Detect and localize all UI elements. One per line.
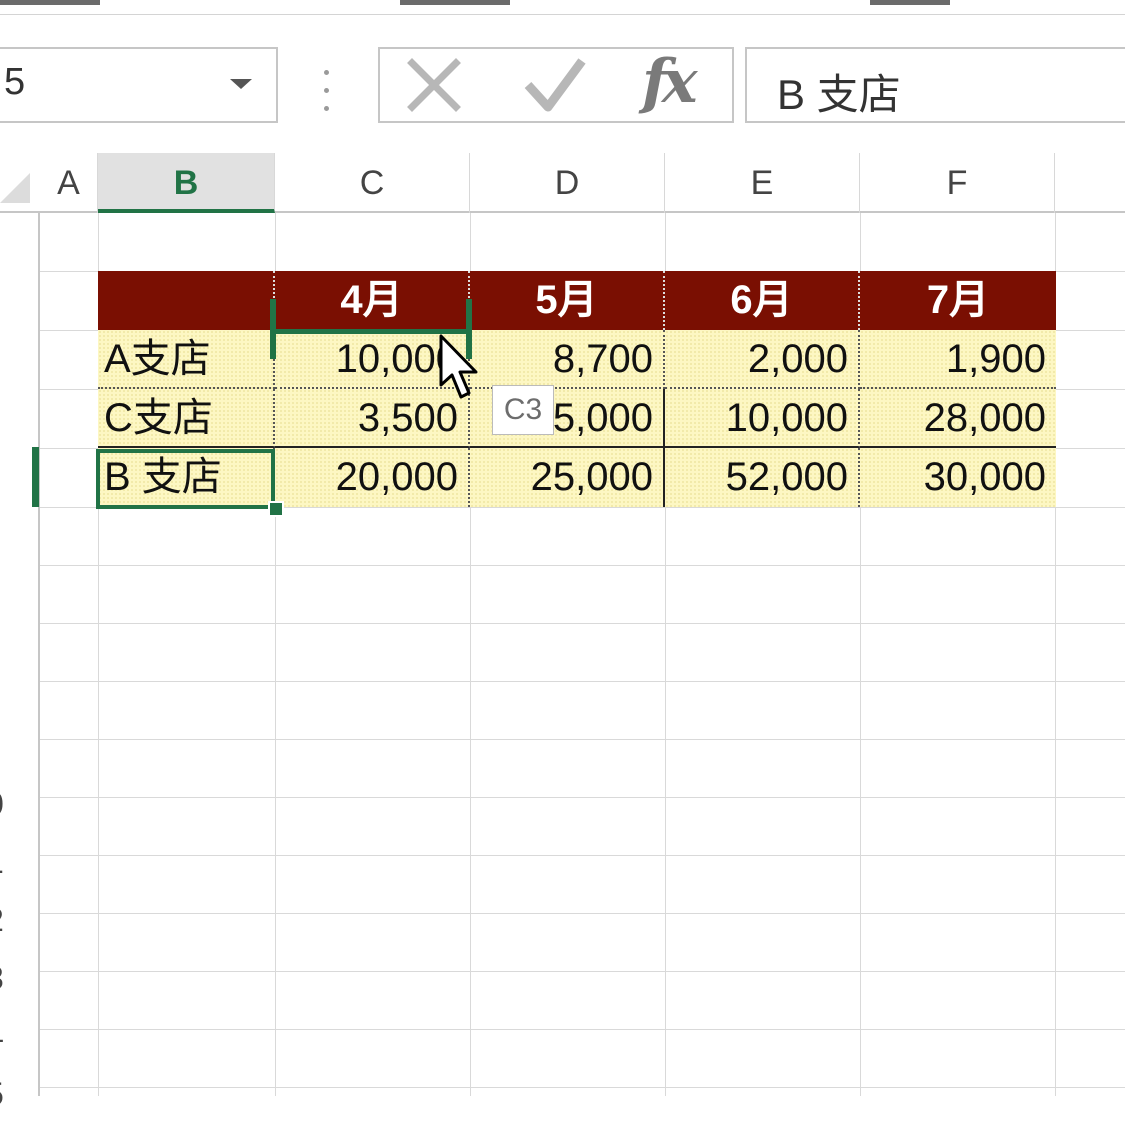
value-cell[interactable]: 10,000	[665, 389, 860, 448]
branch-label-cell[interactable]: C支店	[98, 389, 275, 448]
enter-check-icon[interactable]	[522, 55, 588, 115]
gridline	[40, 913, 1125, 914]
value-cell[interactable]: 52,000	[665, 448, 860, 507]
row-header[interactable]: 4	[0, 1007, 26, 1065]
gridline	[40, 681, 1125, 682]
row-header[interactable]: 1	[0, 833, 26, 891]
column-header-b[interactable]: B	[98, 153, 275, 213]
ribbon-text-fragment	[0, 0, 100, 5]
name-box-value: 5	[4, 61, 26, 103]
ribbon-text-fragment	[400, 0, 510, 5]
worksheet: A B C D E F 0 1 2 3 4 5 4月 5月 6月 7月	[0, 153, 1125, 1112]
column-header-c[interactable]: C	[275, 153, 470, 213]
insert-function-icon[interactable]: fx	[642, 47, 698, 117]
row-header[interactable]: 0	[0, 775, 26, 833]
gridline	[40, 623, 1125, 624]
row-header[interactable]: 5	[0, 1065, 26, 1123]
column-header-e[interactable]: E	[665, 153, 860, 213]
select-all-icon[interactable]	[0, 173, 30, 203]
row-header[interactable]: 2	[0, 891, 26, 949]
ribbon-text-fragment	[870, 0, 950, 5]
column-header-d[interactable]: D	[470, 153, 665, 213]
gridline	[40, 739, 1125, 740]
column-header-f[interactable]: F	[860, 153, 1055, 213]
gridline	[40, 971, 1125, 972]
gridline	[40, 855, 1125, 856]
chevron-down-icon[interactable]	[230, 79, 252, 89]
ribbon-strip	[0, 0, 1125, 15]
formula-bar: 5 fx B 支店	[0, 15, 1125, 153]
value-cell[interactable]: 1,900	[860, 330, 1056, 389]
row-header[interactable]: 3	[0, 949, 26, 1007]
branch-label-cell[interactable]: A支店	[98, 330, 275, 389]
value-cell[interactable]: 25,000	[470, 448, 665, 507]
formula-value: B 支店	[777, 71, 901, 118]
gridline	[40, 1029, 1125, 1030]
value-cell[interactable]: 28,000	[860, 389, 1056, 448]
table-header-month[interactable]: 4月	[275, 271, 470, 330]
column-header-bar: A B C D E F	[0, 153, 1125, 213]
table-header-corner[interactable]	[98, 271, 275, 330]
fill-handle[interactable]	[268, 501, 284, 517]
value-cell[interactable]: 30,000	[860, 448, 1056, 507]
active-row-marker	[32, 447, 39, 507]
value-cell[interactable]: 20,000	[275, 448, 470, 507]
cell-selection-border	[96, 449, 275, 509]
gridline	[40, 1087, 1125, 1088]
formula-buttons: fx	[378, 47, 734, 123]
table-header-month[interactable]: 6月	[665, 271, 860, 330]
drag-target-tooltip: C3	[492, 385, 554, 435]
formula-bar-grip-icon[interactable]	[322, 70, 330, 118]
cancel-icon[interactable]	[404, 55, 464, 115]
column-header-a[interactable]: A	[40, 153, 98, 213]
gridline	[40, 565, 1125, 566]
value-cell[interactable]: 2,000	[665, 330, 860, 389]
table-header-month[interactable]: 5月	[470, 271, 665, 330]
gridline	[40, 797, 1125, 798]
table-header-month[interactable]: 7月	[860, 271, 1056, 330]
row-header-bar: 0 1 2 3 4 5	[0, 213, 40, 1112]
value-cell[interactable]: 8,700	[470, 330, 665, 389]
name-box[interactable]: 5	[0, 47, 278, 123]
mouse-cursor-icon	[439, 334, 478, 399]
formula-input[interactable]: B 支店	[745, 47, 1125, 123]
